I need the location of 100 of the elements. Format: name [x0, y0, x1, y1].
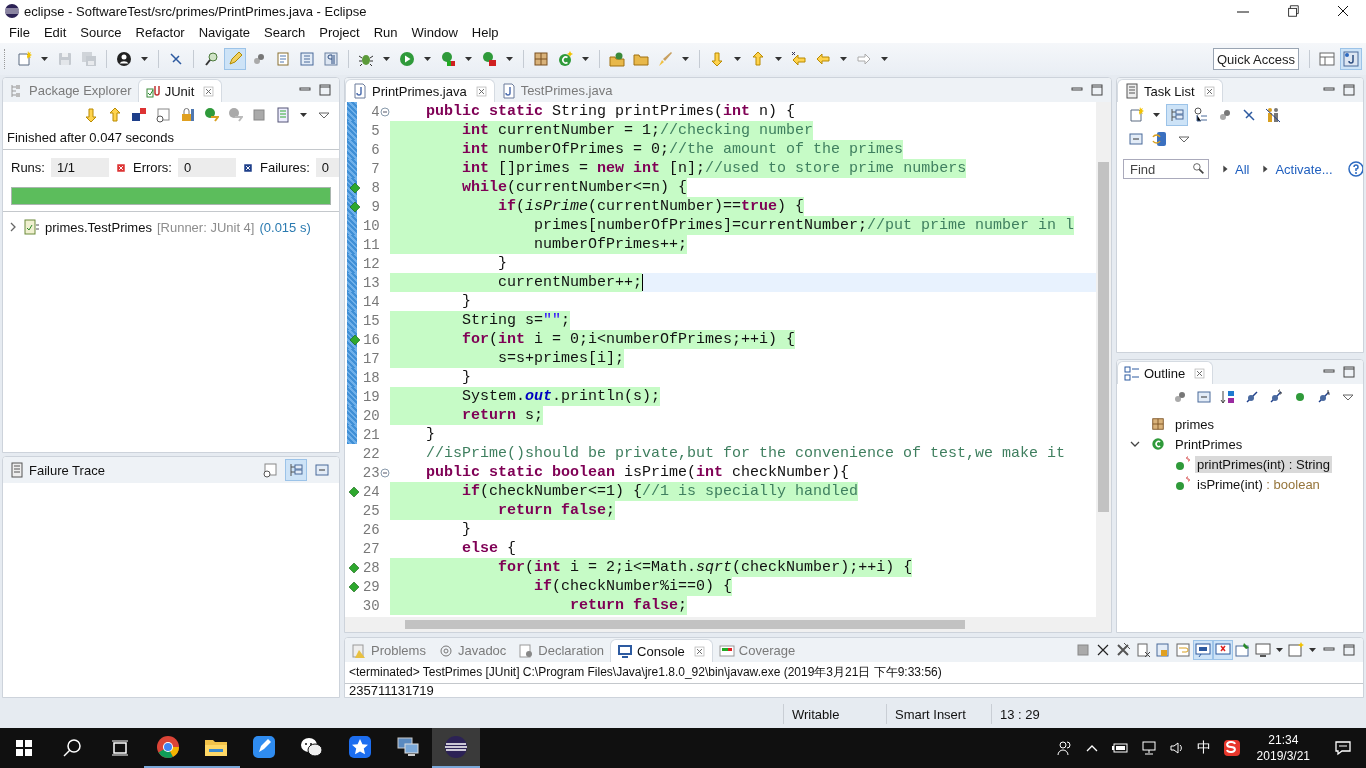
menu-item[interactable]: Edit: [36, 25, 74, 40]
link[interactable]: All: [1235, 161, 1250, 177]
help-icon[interactable]: [1347, 161, 1363, 177]
external-tool-icon[interactable]: [481, 51, 497, 67]
collapse-icon[interactable]: [1128, 131, 1144, 147]
eclipse-icon[interactable]: [444, 735, 468, 759]
menu-item[interactable]: Help: [464, 25, 506, 40]
hide-local-icon[interactable]: [1316, 389, 1332, 405]
view-tab[interactable]: JUnit: [137, 79, 223, 102]
task-view-icon[interactable]: [110, 738, 130, 758]
search-icon[interactable]: [203, 51, 219, 67]
last-edit-icon[interactable]: [791, 51, 807, 67]
bubbles-icon[interactable]: [251, 51, 267, 67]
view-tab[interactable]: Problems: [345, 639, 432, 662]
perspective-icon[interactable]: [1319, 51, 1335, 67]
sort-icon[interactable]: [1220, 389, 1236, 405]
restore-icon[interactable]: [1286, 4, 1300, 18]
horizontal-scrollbar[interactable]: [345, 617, 1111, 632]
menu-item[interactable]: Run: [366, 25, 405, 40]
clear-icon[interactable]: [1135, 642, 1151, 658]
package-icon[interactable]: [533, 51, 549, 67]
menu-item[interactable]: Window: [404, 25, 465, 40]
menu-item[interactable]: Source: [73, 25, 129, 40]
outline-item[interactable]: printPrimes(int) : String: [1195, 455, 1332, 473]
arrow-up-icon[interactable]: [107, 107, 123, 123]
view-tab[interactable]: Outline: [1117, 361, 1214, 384]
back-icon[interactable]: [815, 51, 831, 67]
monitor-icon[interactable]: [1255, 642, 1271, 658]
notification-icon[interactable]: [1334, 739, 1352, 757]
outline-item[interactable]: PrintPrimes: [1173, 435, 1245, 453]
computers-icon[interactable]: [396, 735, 420, 759]
hide-fields-icon[interactable]: [1244, 389, 1260, 405]
maximize-icon[interactable]: [1341, 642, 1357, 658]
taskbar-button[interactable]: [432, 728, 480, 768]
person-icon[interactable]: [116, 51, 132, 67]
tree-item[interactable]: primes.TestPrimes: [45, 219, 152, 235]
schedule-icon[interactable]: [1193, 107, 1209, 123]
menu-item[interactable]: Refactor: [128, 25, 192, 40]
bubbles-icon[interactable]: [1172, 389, 1188, 405]
network-icon[interactable]: [1140, 740, 1157, 756]
menu-item[interactable]: File: [2, 25, 37, 40]
sogou-icon[interactable]: [1222, 739, 1241, 757]
menu-item[interactable]: Project: [312, 25, 367, 40]
run-icon[interactable]: [399, 51, 415, 67]
remove-icon[interactable]: [1095, 642, 1111, 658]
menu-item[interactable]: Navigate: [191, 25, 257, 40]
paragraph-icon[interactable]: [323, 51, 339, 67]
maximize-icon[interactable]: [317, 82, 333, 98]
view-tab[interactable]: Task List: [1117, 79, 1223, 102]
outline-item[interactable]: primes: [1173, 415, 1216, 433]
hide-static-icon[interactable]: [1268, 389, 1284, 405]
coverage-run-icon[interactable]: [440, 51, 456, 67]
view-tab[interactable]: Coverage: [712, 639, 802, 662]
filter-icon[interactable]: [155, 107, 171, 123]
people-icon[interactable]: [1265, 107, 1281, 123]
stop-icon[interactable]: [251, 107, 267, 123]
filter-icon[interactable]: [262, 462, 278, 478]
failures-icon[interactable]: [131, 107, 147, 123]
rerun-icon[interactable]: [203, 107, 219, 123]
line-number: 12: [361, 255, 380, 272]
maximize-icon[interactable]: [1341, 82, 1357, 98]
view-tab[interactable]: Declaration: [512, 639, 611, 662]
chrome-icon[interactable]: [156, 735, 180, 759]
collapse-icon[interactable]: [379, 467, 390, 478]
sync-icon[interactable]: [1152, 131, 1168, 147]
link[interactable]: Activate...: [1275, 161, 1333, 177]
editor-tab[interactable]: TestPrimes.java: [494, 79, 619, 102]
bubbles-icon[interactable]: [1217, 107, 1233, 123]
people-icon[interactable]: [1056, 740, 1073, 756]
view-tab[interactable]: Package Explorer: [3, 79, 138, 102]
arrow-up-icon[interactable]: [750, 51, 766, 67]
view-tab[interactable]: Console: [610, 639, 713, 662]
arrow-down-icon[interactable]: [83, 107, 99, 123]
chat-bubbles-icon[interactable]: [300, 735, 324, 759]
maximize-icon[interactable]: [1341, 364, 1357, 380]
close-icon[interactable]: [1336, 4, 1350, 18]
arrow-down-icon[interactable]: [709, 51, 725, 67]
quick-access-field[interactable]: Quick Access: [1213, 48, 1299, 70]
outline-item[interactable]: isPrime(int) : boolean: [1195, 475, 1322, 493]
volume-icon[interactable]: [1168, 740, 1185, 756]
lock-icon[interactable]: [179, 107, 195, 123]
search-icon[interactable]: [62, 738, 82, 758]
java-perspective-icon[interactable]: [1343, 51, 1359, 67]
find-field[interactable]: Find: [1123, 159, 1209, 179]
star-app-icon[interactable]: [348, 735, 372, 759]
vertical-scrollbar[interactable]: [1096, 102, 1111, 617]
pin-icon[interactable]: [1235, 642, 1251, 658]
start-icon[interactable]: [14, 738, 34, 758]
java-file-icon: [352, 83, 368, 99]
copy-icon[interactable]: [314, 462, 330, 478]
input-method-indicator[interactable]: 中: [1190, 739, 1217, 757]
new-class-icon[interactable]: [557, 51, 573, 67]
remove-all-icon[interactable]: [1115, 642, 1131, 658]
pen-app-icon[interactable]: [252, 735, 276, 759]
collapse-icon[interactable]: [1196, 389, 1212, 405]
editor-tab[interactable]: PrintPrimes.java: [345, 79, 495, 102]
view-tab[interactable]: Javadoc: [431, 639, 513, 662]
maximize-icon[interactable]: [1089, 82, 1105, 98]
menu-item[interactable]: Search: [257, 25, 313, 40]
collapse-icon[interactable]: [379, 106, 390, 117]
